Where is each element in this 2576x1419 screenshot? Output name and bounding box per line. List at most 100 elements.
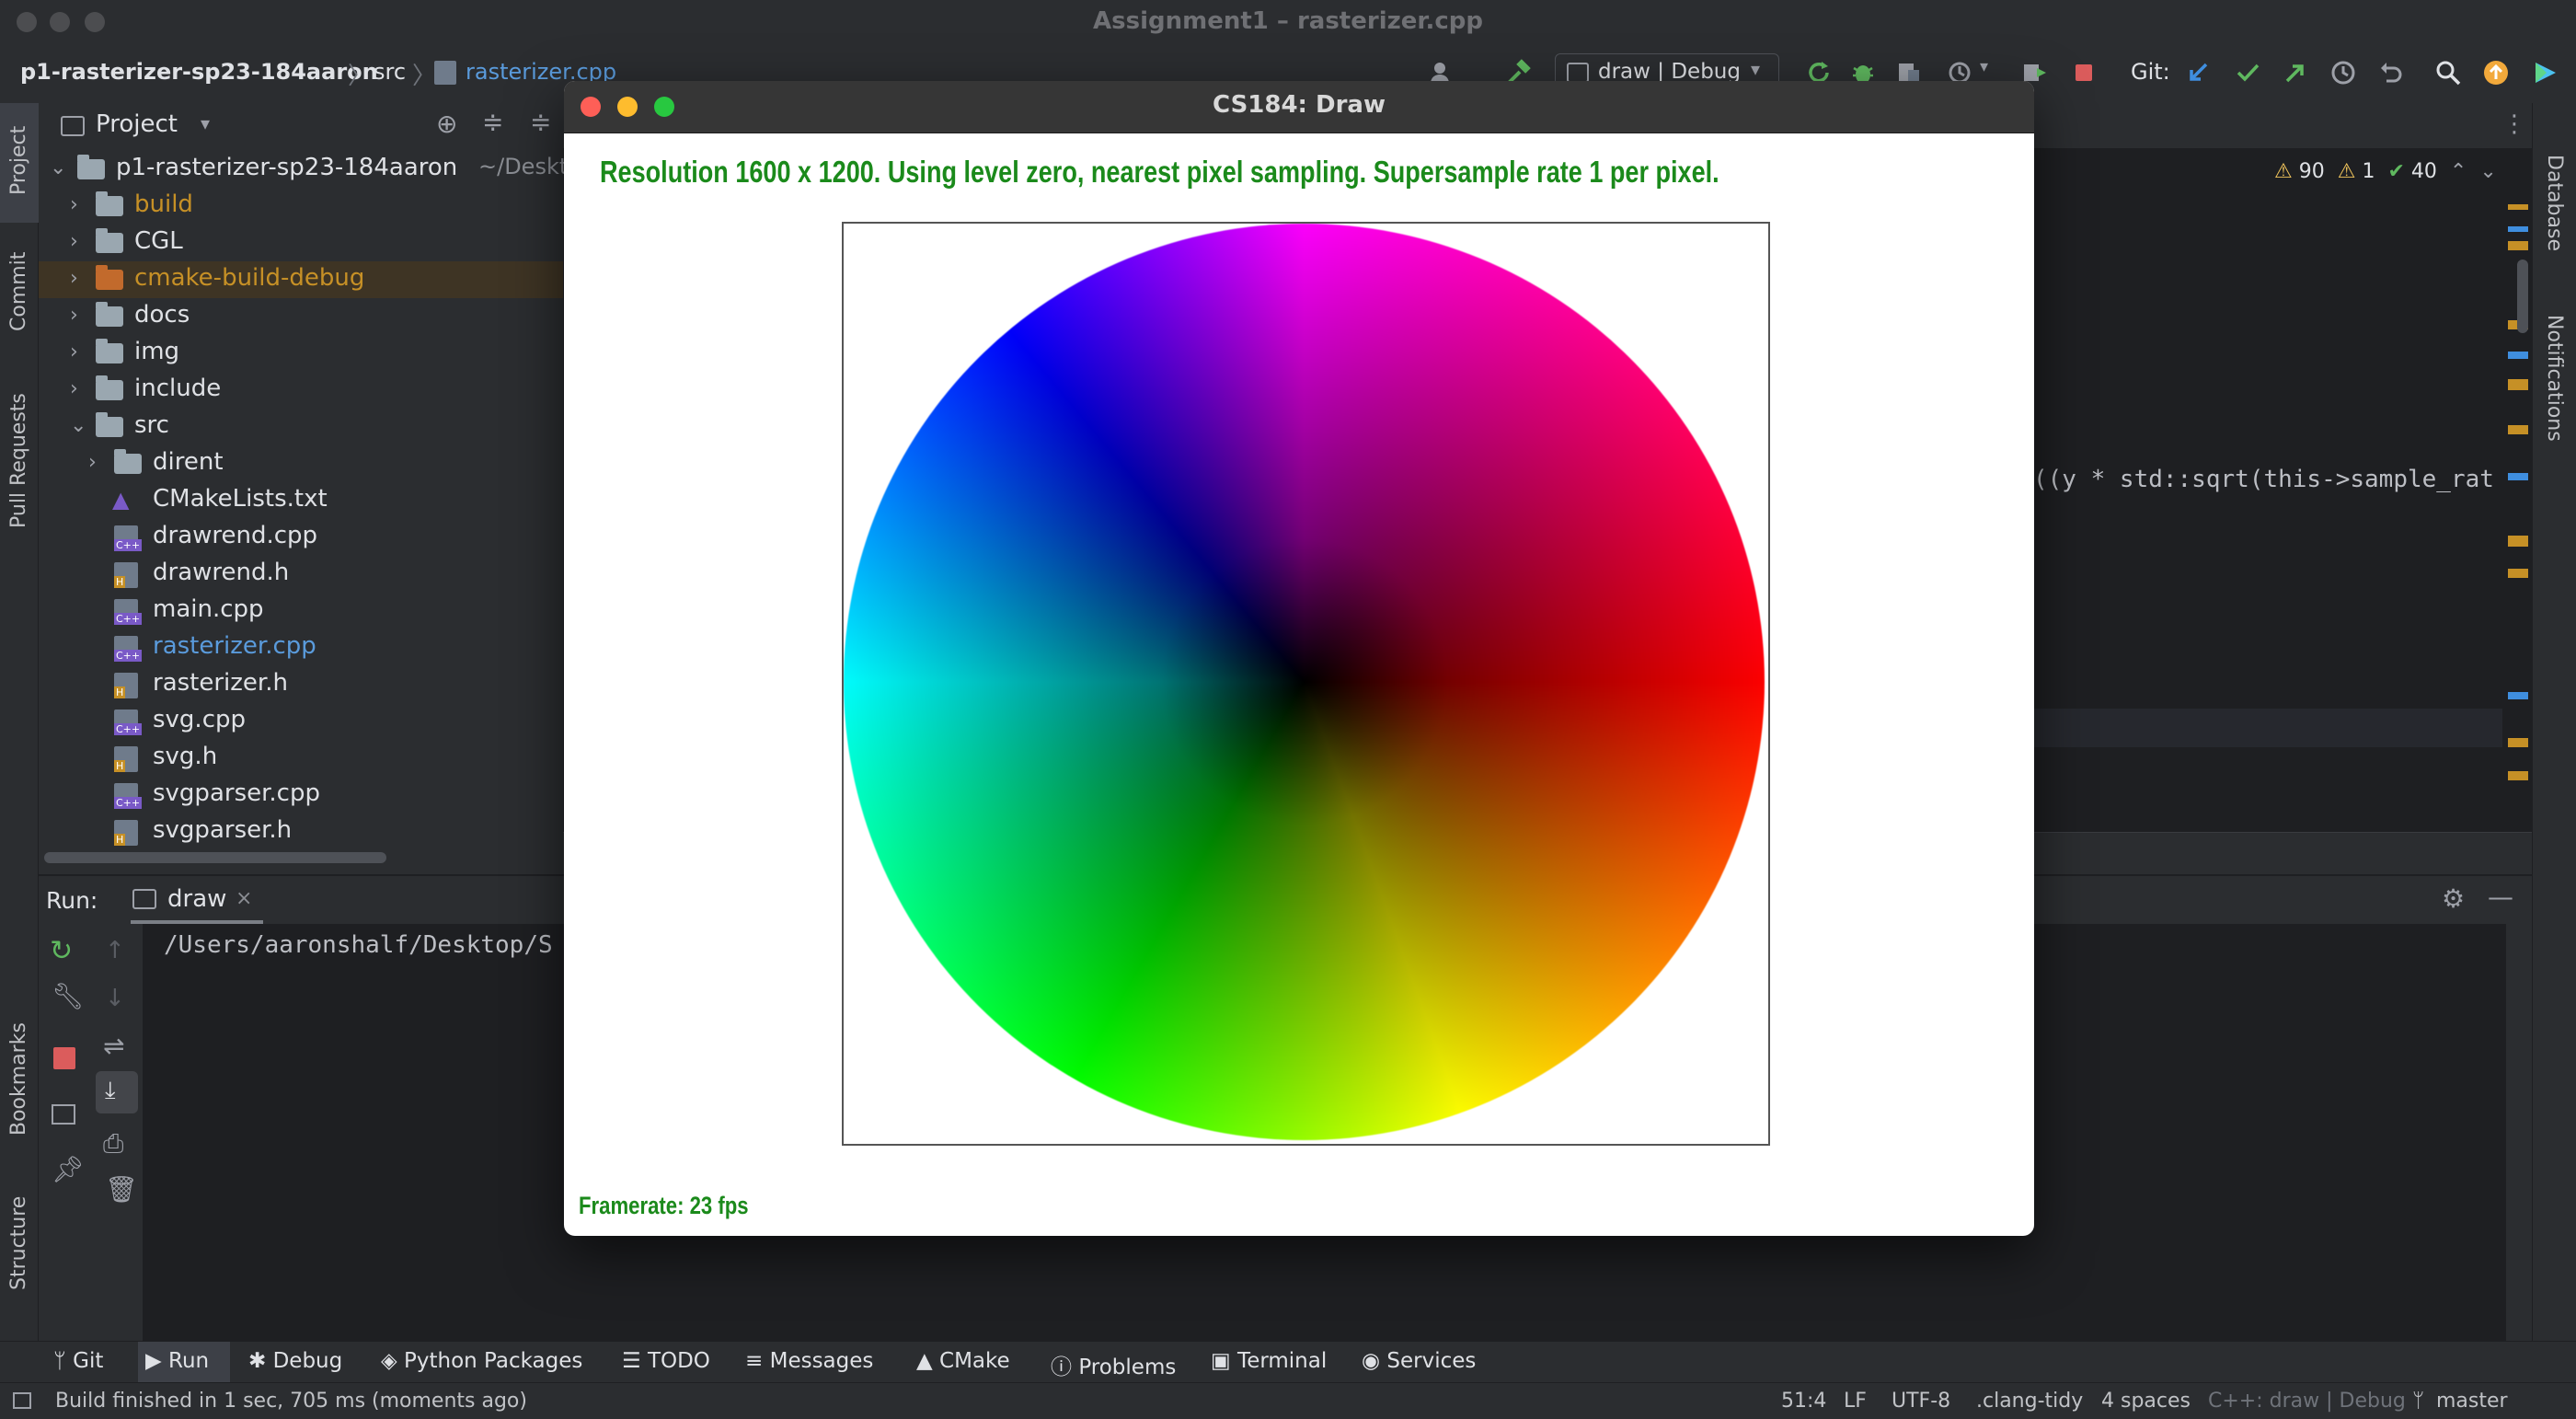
tree-item[interactable]: Hrasterizer.h <box>39 666 563 703</box>
resolve-context[interactable]: C++: draw | Debug <box>2208 1390 2406 1413</box>
locate-file-icon[interactable]: ⊕ <box>436 109 457 139</box>
tree-item[interactable]: C++ drawrend.cpp <box>39 519 563 556</box>
trash-icon[interactable]: 🗑︎ <box>105 1174 138 1205</box>
tool-project[interactable]: Project <box>7 126 30 195</box>
tree-item[interactable]: C++ rasterizer.cpp <box>39 629 563 666</box>
tool-notifications[interactable]: Notifications <box>2543 315 2566 442</box>
chevron-down-icon[interactable]: ⌄ <box>50 156 66 179</box>
git-branch[interactable]: master <box>2436 1390 2508 1413</box>
stripe-mark[interactable] <box>2508 425 2528 434</box>
tree-root[interactable]: ⌄ p1-rasterizer-sp23-184aaron ~/Desktop <box>39 151 595 188</box>
console-scrollbar[interactable] <box>2506 924 2532 1341</box>
stripe-mark[interactable] <box>2508 738 2528 747</box>
arrow-down-icon[interactable]: ↓ <box>105 985 125 1012</box>
draw-window-titlebar[interactable]: CS184: Draw <box>564 81 2034 133</box>
chevron-right-icon[interactable]: › <box>88 451 97 474</box>
tree-item[interactable]: › dirent <box>39 445 563 482</box>
tree-item[interactable]: › img <box>39 335 563 372</box>
tool-pull-requests[interactable]: Pull Requests <box>7 393 30 528</box>
chevron-right-icon[interactable]: › <box>70 230 78 253</box>
stripe-mark[interactable] <box>2508 692 2528 699</box>
collapse-all-icon[interactable]: ≑ <box>530 107 551 137</box>
tool-commit[interactable]: Commit <box>7 252 30 331</box>
git-update-icon[interactable] <box>2184 59 2212 87</box>
tree-item[interactable]: › include <box>39 372 563 409</box>
rerun-icon[interactable]: ↻ <box>50 935 73 967</box>
close-tab-icon[interactable]: × <box>236 887 252 910</box>
tree-item[interactable]: C++ svgparser.cpp <box>39 777 563 813</box>
history-icon[interactable] <box>2329 59 2357 87</box>
chevron-down-icon[interactable]: ⌄ <box>70 414 86 437</box>
project-panel-title[interactable]: Project <box>96 110 178 138</box>
tool-tab-todo[interactable]: ☰ TODO <box>622 1349 710 1373</box>
stop-icon[interactable] <box>53 1047 75 1069</box>
stripe-mark[interactable] <box>2508 352 2528 359</box>
rollback-icon[interactable] <box>2377 59 2405 87</box>
tree-item[interactable]: Hsvgparser.h <box>39 813 563 850</box>
project-hscrollbar[interactable] <box>44 852 386 863</box>
stripe-mark[interactable] <box>2508 204 2528 210</box>
render-canvas[interactable] <box>842 222 1770 1146</box>
stripe-mark[interactable] <box>2508 241 2528 250</box>
tree-item[interactable]: ▲ CMakeLists.txt <box>39 482 563 519</box>
tool-tab-cmake[interactable]: ▲ CMake <box>916 1349 1010 1373</box>
tool-tab-terminal[interactable]: ▣ Terminal <box>1211 1349 1327 1373</box>
stripe-mark[interactable] <box>2508 569 2528 578</box>
tree-item[interactable]: Hsvg.h <box>39 740 563 777</box>
chevron-right-icon[interactable]: › <box>70 304 78 327</box>
more-tabs-icon[interactable]: ⋮ <box>2502 110 2526 138</box>
linter-status[interactable]: .clang-tidy <box>1976 1390 2083 1413</box>
status-message[interactable]: Build finished in 1 sec, 705 ms (moments… <box>55 1390 527 1413</box>
tool-tab-git[interactable]: ᛘ Git <box>53 1349 103 1373</box>
indent-setting[interactable]: 4 spaces <box>2101 1390 2191 1413</box>
stop-icon[interactable] <box>2070 59 2098 87</box>
tool-tab-python-packages[interactable]: ◈ Python Packages <box>381 1349 582 1373</box>
hide-panel-icon[interactable]: — <box>2488 882 2513 912</box>
layout-icon[interactable] <box>52 1104 75 1125</box>
breadcrumb-project[interactable]: p1-rasterizer-sp23-184aaron <box>20 59 378 85</box>
git-commit-icon[interactable] <box>2234 59 2261 87</box>
tool-tab-messages[interactable]: ≡ Messages <box>745 1349 873 1373</box>
tree-item[interactable]: C++ svg.cpp <box>39 703 563 740</box>
git-push-icon[interactable] <box>2282 59 2309 87</box>
inspection-widget[interactable]: ⚠ 90 ⚠ 1 ✔ 40 ⌃ ⌄ <box>2274 160 2497 183</box>
chevron-down-icon[interactable]: ⌄ <box>2479 160 2496 183</box>
caret-position[interactable]: 51:4 <box>1781 1390 1826 1413</box>
tool-structure[interactable]: Structure <box>7 1196 30 1290</box>
tree-item[interactable]: › build <box>39 188 563 225</box>
updates-icon[interactable] <box>2482 59 2510 87</box>
soft-wrap-icon[interactable]: ⇌ <box>103 1031 124 1061</box>
tree-item[interactable]: C++ main.cpp <box>39 593 563 629</box>
chevron-up-icon[interactable]: ⌃ <box>2450 160 2467 183</box>
chevron-down-icon[interactable]: ▾ <box>201 112 210 134</box>
toggle-panels-icon[interactable] <box>13 1392 31 1409</box>
ai-assistant-icon[interactable] <box>2532 59 2559 87</box>
tree-item[interactable]: › CGL <box>39 225 563 261</box>
stripe-mark[interactable] <box>2508 771 2528 780</box>
stripe-mark[interactable] <box>2508 473 2528 480</box>
chevron-right-icon[interactable]: › <box>70 267 78 290</box>
tool-tab-run[interactable]: ▶ Run <box>145 1349 209 1373</box>
tool-tab-debug[interactable]: ✱ Debug <box>248 1349 342 1373</box>
editor-scrollbar[interactable] <box>2517 260 2528 333</box>
tool-database[interactable]: Database <box>2543 155 2566 251</box>
arrow-up-icon[interactable]: ↑ <box>105 937 125 964</box>
search-icon[interactable] <box>2434 59 2462 87</box>
chevron-right-icon[interactable]: › <box>70 377 78 400</box>
tree-item[interactable]: Hdrawrend.h <box>39 556 563 593</box>
breadcrumb-folder[interactable]: src <box>374 59 406 85</box>
pin-icon[interactable]: 📌︎ <box>52 1154 85 1184</box>
stripe-mark[interactable] <box>2508 536 2528 547</box>
run-tab-draw[interactable]: draw × <box>131 876 263 924</box>
expand-all-icon[interactable]: ≑ <box>482 107 503 137</box>
chevron-right-icon[interactable]: › <box>70 193 78 216</box>
line-separator[interactable]: LF <box>1844 1390 1867 1413</box>
file-encoding[interactable]: UTF-8 <box>1892 1390 1950 1413</box>
chevron-right-icon[interactable]: › <box>70 340 78 363</box>
stripe-mark[interactable] <box>2508 379 2528 390</box>
scroll-to-end-toggle[interactable]: ⤓ <box>96 1071 138 1113</box>
tool-tab-services[interactable]: ◉ Services <box>1362 1349 1476 1373</box>
gear-icon[interactable]: ⚙ <box>2442 883 2465 914</box>
tree-item[interactable]: › docs <box>39 298 563 335</box>
tool-bookmarks[interactable]: Bookmarks <box>7 1022 30 1136</box>
